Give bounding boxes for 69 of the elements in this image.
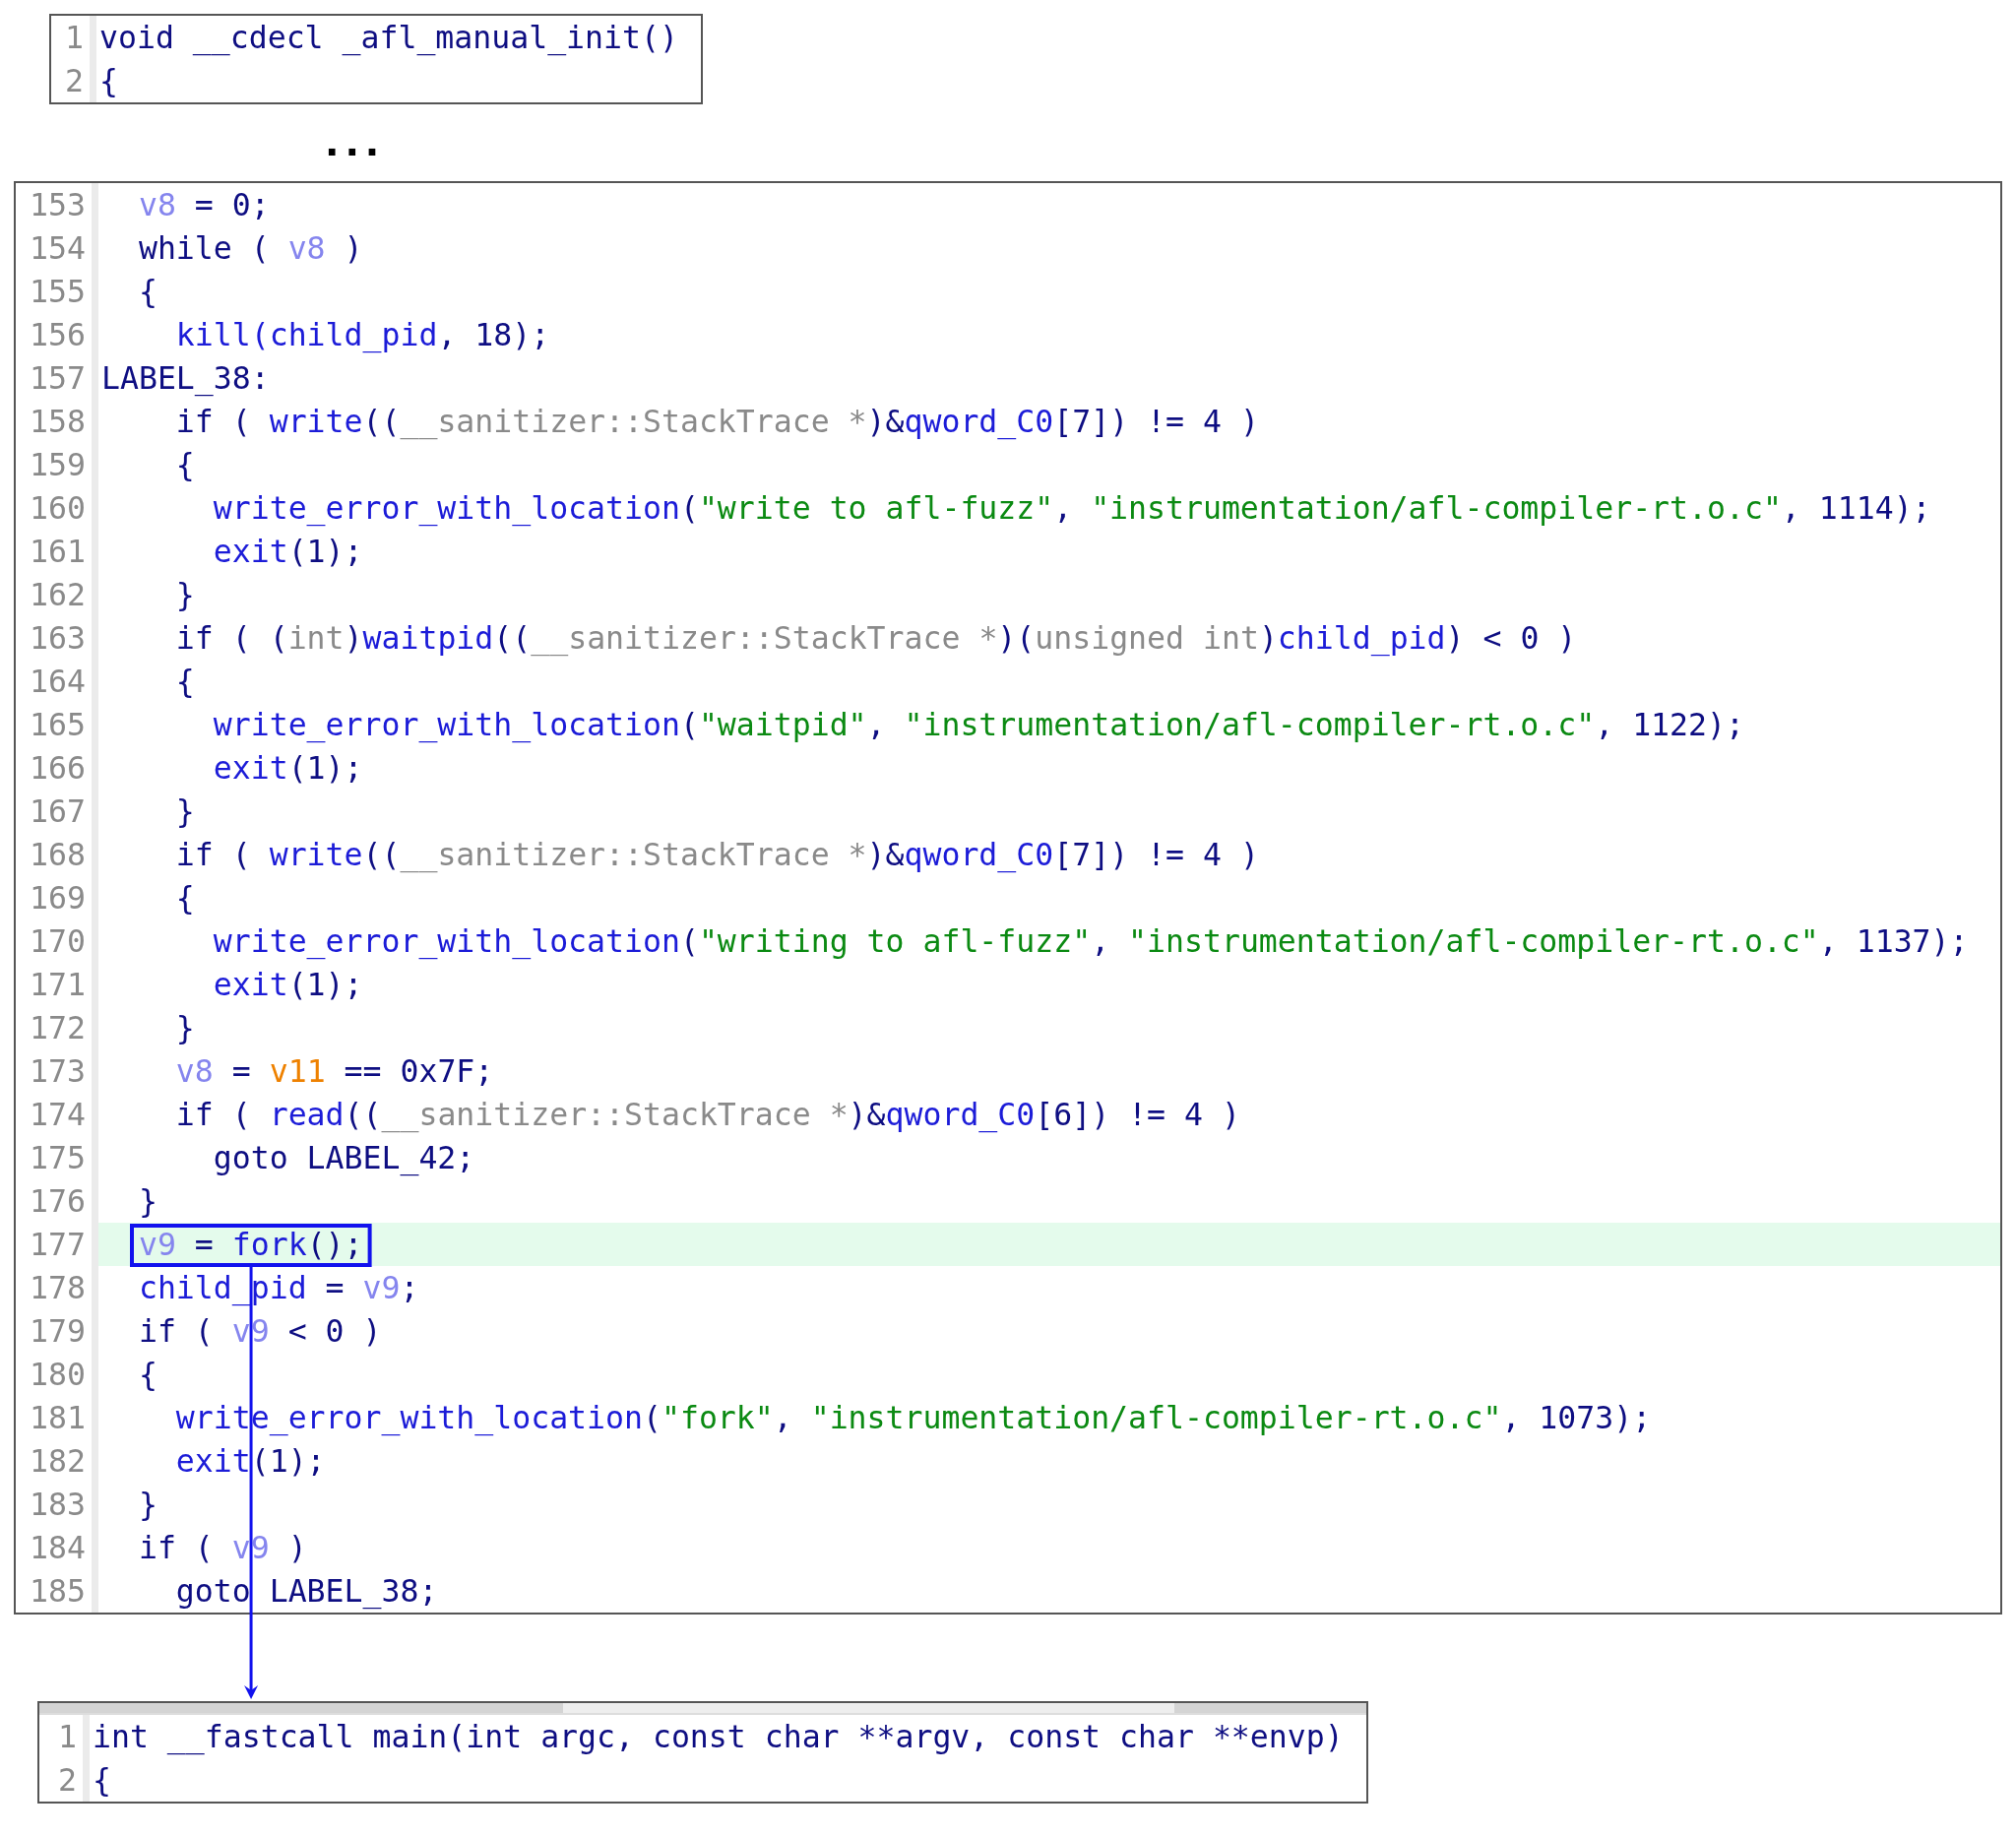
line-number: 2: [51, 59, 96, 102]
line-number: 161: [16, 530, 98, 573]
code-line: {: [137, 273, 158, 311]
code-line: }: [137, 1486, 158, 1524]
line-number: 1: [39, 1715, 90, 1758]
code-line: if ( read((__sanitizer::StackTrace *)&qword_C0[6]) != 4 ): [174, 1096, 1241, 1135]
line-number: 181: [16, 1396, 98, 1439]
code-line: while ( v8 ): [137, 229, 364, 268]
code-line: if ( write((__sanitizer::StackTrace *)&qword_C0[7]) != 4 ): [174, 403, 1260, 442]
code-line: {: [174, 663, 196, 701]
line-number: 174: [16, 1093, 98, 1136]
line-number: 160: [16, 486, 98, 530]
code-line: if ( (int)waitpid((__sanitizer::StackTrace *)(unsigned int)child_pid) < 0 ): [174, 619, 1578, 659]
line-number: 162: [16, 573, 98, 616]
line-number: 169: [16, 876, 98, 919]
line-number: 182: [16, 1439, 98, 1483]
code-line: exit(1);: [212, 533, 364, 571]
code-line: if ( write((__sanitizer::StackTrace *)&qword_C0[7]) != 4 ): [174, 836, 1260, 875]
line-number: 171: [16, 963, 98, 1006]
line-number: 164: [16, 660, 98, 703]
line-number: 179: [16, 1309, 98, 1353]
ellipsis: ...: [325, 121, 386, 164]
code-line: {: [174, 879, 196, 918]
code-line: write_error_with_location("write to afl-fuzz", "instrumentation/afl-compiler-rt.o.c", 1114);: [212, 489, 1932, 529]
code-line: goto LABEL_38;: [174, 1572, 439, 1612]
code-line: {: [92, 1761, 112, 1800]
code-line: int __fastcall main(int argc, const char **argv, const char **envp): [92, 1718, 1345, 1757]
code-line: write_error_with_location("waitpid", "instrumentation/afl-compiler-rt.o.c", 1122);: [212, 706, 1745, 745]
code-line: {: [174, 446, 196, 484]
line-number: 153: [16, 183, 98, 226]
line-number: 156: [16, 313, 98, 356]
line-number: 184: [16, 1526, 98, 1569]
line-number: 172: [16, 1006, 98, 1049]
line-number: 168: [16, 833, 98, 876]
line-number: 166: [16, 746, 98, 790]
code-line: }: [174, 792, 196, 831]
line-number: 163: [16, 616, 98, 660]
line-number: 158: [16, 400, 98, 443]
line-number: 159: [16, 443, 98, 486]
line-number: 167: [16, 790, 98, 833]
line-number: 1: [51, 16, 96, 59]
line-number: 180: [16, 1353, 98, 1396]
code-line: exit(1);: [212, 966, 364, 1004]
code-line: v8 = 0;: [137, 186, 271, 224]
line-number: 170: [16, 919, 98, 963]
code-line: goto LABEL_42;: [212, 1139, 476, 1178]
scrollbar[interactable]: [39, 1703, 1366, 1715]
code-line: }: [174, 1009, 196, 1047]
code-line: exit(1);: [212, 749, 364, 788]
code-line: }: [174, 576, 196, 614]
line-number: 178: [16, 1266, 98, 1309]
code-line: {: [137, 1356, 158, 1394]
code-line: {: [98, 62, 119, 100]
code-line: kill(child_pid, 18);: [174, 316, 551, 355]
code-line: LABEL_38:: [100, 359, 271, 399]
line-number: 154: [16, 226, 98, 270]
line-number: 175: [16, 1136, 98, 1179]
code-line: v8 = v11 == 0x7F;: [174, 1052, 495, 1091]
line-number: 173: [16, 1049, 98, 1093]
code-line: write_error_with_location("writing to afl-fuzz", "instrumentation/afl-compiler-rt.o.c", 1137);: [212, 922, 1970, 962]
code-line: void __cdecl _afl_manual_init(): [98, 19, 679, 58]
line-number: 2: [39, 1758, 90, 1802]
line-number: 157: [16, 356, 98, 400]
line-number: 165: [16, 703, 98, 746]
line-number: 183: [16, 1483, 98, 1526]
line-number: 155: [16, 270, 98, 313]
code-line: exit(1);: [174, 1442, 327, 1481]
line-number: 185: [16, 1569, 98, 1613]
code-line: }: [137, 1182, 158, 1221]
